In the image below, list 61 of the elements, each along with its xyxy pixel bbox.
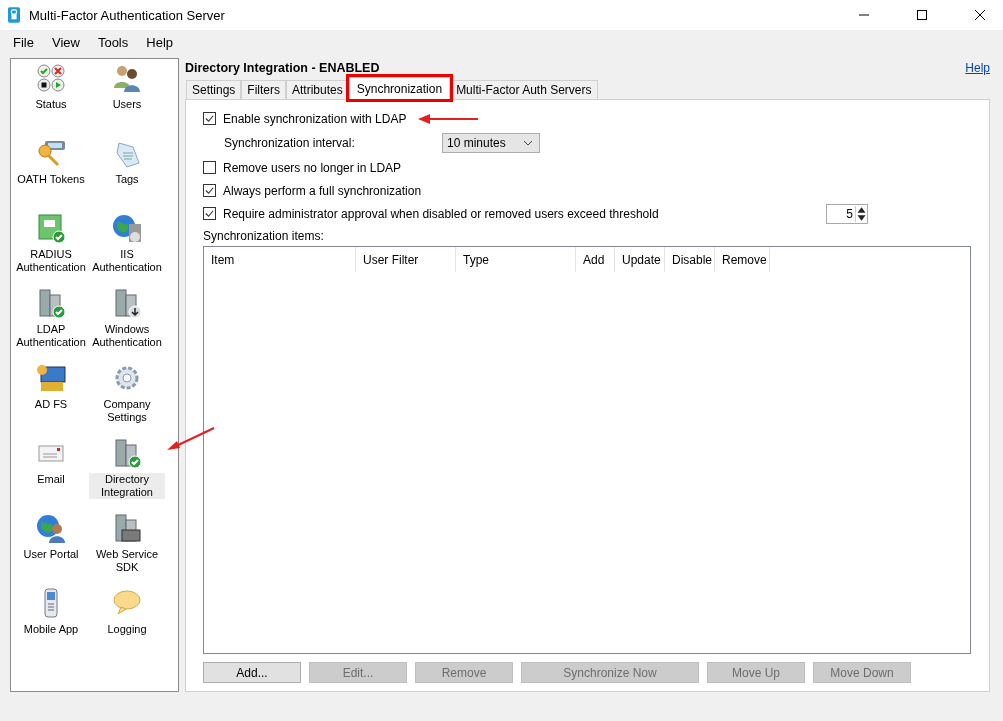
- spin-down-icon[interactable]: [856, 213, 867, 222]
- sidebar-item[interactable]: Email: [35, 473, 67, 486]
- menu-item[interactable]: View: [42, 34, 89, 50]
- checkbox-label: Enable synchronization with LDAP: [223, 111, 407, 126]
- annotation-arrow: [418, 112, 481, 125]
- menu-item[interactable]: Tools: [88, 34, 138, 50]
- checkbox[interactable]: [203, 184, 216, 197]
- help-link[interactable]: Help: [965, 61, 990, 75]
- key-monitor-icon[interactable]: [35, 362, 67, 394]
- close-icon[interactable]: [974, 9, 986, 21]
- checkbox[interactable]: [203, 112, 216, 125]
- menu-item[interactable]: Help: [137, 34, 182, 50]
- page-title: Directory Integration - ENABLED: [185, 61, 380, 75]
- sidebar-item[interactable]: User Portal: [21, 548, 81, 561]
- column-header[interactable]: Add: [576, 247, 615, 272]
- column-header[interactable]: Update: [615, 247, 665, 272]
- menu-item[interactable]: File: [4, 34, 43, 50]
- maximize-icon[interactable]: [916, 9, 928, 21]
- annotation-arrow: [166, 426, 216, 452]
- checkbox-label: Always perform a full synchronization: [223, 183, 422, 198]
- sidebar-item[interactable]: Status: [33, 98, 69, 111]
- status-lights-icon[interactable]: [35, 62, 67, 94]
- sidebar-item[interactable]: RADIUS Authentication: [13, 248, 89, 274]
- column-header[interactable]: Remove: [715, 247, 770, 272]
- sidebar-item[interactable]: OATH Tokens: [15, 173, 87, 186]
- spin-up-icon[interactable]: [856, 205, 867, 214]
- app-icon: [8, 7, 20, 23]
- sidebar-item[interactable]: Logging: [105, 623, 149, 636]
- checkbox[interactable]: [203, 161, 216, 174]
- tab[interactable]: Synchronization: [348, 77, 451, 99]
- tab[interactable]: Filters: [241, 80, 287, 99]
- chevron-down-icon: [523, 140, 533, 146]
- globe-server-icon[interactable]: [111, 212, 143, 244]
- tab[interactable]: Settings: [186, 80, 242, 99]
- column-header[interactable]: Item: [204, 247, 356, 272]
- sidebar-item[interactable]: Mobile App: [21, 623, 81, 636]
- action-button[interactable]: Add...: [203, 662, 301, 683]
- sidebar-item[interactable]: Directory Integration: [89, 473, 165, 499]
- checkbox-label: Require administrator approval when disabled or removed users exceed threshold: [223, 206, 659, 221]
- checkbox-label: Remove users no longer in LDAP: [223, 160, 402, 175]
- sidebar-item[interactable]: Tags: [113, 173, 141, 186]
- sidebar-item[interactable]: Web Service SDK: [89, 548, 165, 574]
- sidebar-item[interactable]: AD FS: [32, 398, 70, 411]
- interval-dropdown[interactable]: 10 minutes: [442, 133, 540, 153]
- sidebar-item[interactable]: Users: [110, 98, 144, 111]
- card-check-icon[interactable]: [35, 212, 67, 244]
- column-header[interactable]: User Filter: [356, 247, 456, 272]
- field-label: Synchronization interval:: [224, 136, 356, 150]
- number-spinner[interactable]: 5: [826, 203, 868, 224]
- tab[interactable]: Multi-Factor Auth Servers: [450, 80, 598, 99]
- tab[interactable]: Attributes: [286, 80, 349, 99]
- column-header[interactable]: Type: [456, 247, 576, 272]
- window-title: Multi-Factor Authentication Server: [29, 7, 225, 23]
- globe-user-icon[interactable]: [35, 512, 67, 544]
- table-label: Synchronization items:: [203, 229, 325, 243]
- sidebar-item[interactable]: LDAP Authentication: [13, 323, 89, 349]
- sidebar-item[interactable]: IIS Authentication: [89, 248, 165, 274]
- column-header[interactable]: Disable: [665, 247, 715, 272]
- checkbox[interactable]: [203, 207, 216, 220]
- sidebar-item[interactable]: Windows Authentication: [89, 323, 165, 349]
- sidebar-item[interactable]: Company Settings: [89, 398, 165, 424]
